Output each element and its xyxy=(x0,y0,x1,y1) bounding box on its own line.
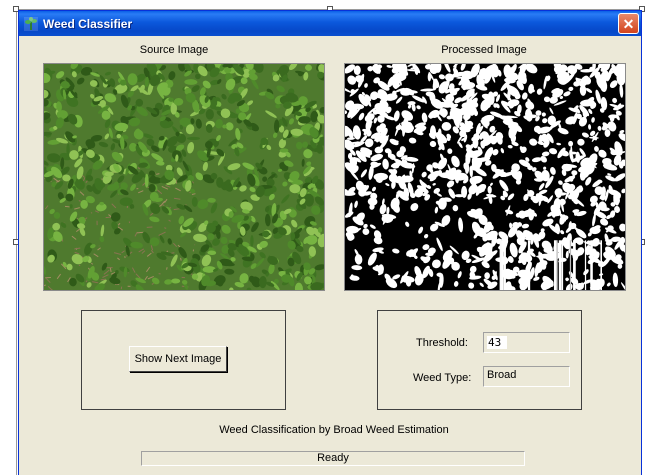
threshold-label: Threshold: xyxy=(416,337,468,349)
source-image xyxy=(43,63,325,291)
results-group: Threshold: 43 Weed Type: Broad xyxy=(377,310,582,410)
threshold-value: 43 xyxy=(487,336,508,349)
threshold-field[interactable]: 43 xyxy=(483,332,570,353)
close-icon[interactable]: ✕ xyxy=(618,13,639,34)
weed-app-icon xyxy=(23,16,39,32)
processed-image xyxy=(344,63,626,291)
window-title: Weed Classifier xyxy=(43,16,133,31)
weed-type-label: Weed Type: xyxy=(413,372,472,384)
processed-image-caption: Processed Image xyxy=(441,44,527,56)
navigation-group: Show Next Image xyxy=(81,310,286,410)
show-next-image-button[interactable]: Show Next Image xyxy=(129,346,227,372)
method-caption: Weed Classification by Broad Weed Estima… xyxy=(219,424,449,436)
weed-type-field[interactable]: Broad xyxy=(483,366,570,387)
status-bar: Ready xyxy=(141,451,525,466)
source-image-caption: Source Image xyxy=(139,44,209,56)
weed-classifier-window: Weed Classifier ✕ Source Image Processed… xyxy=(18,10,642,475)
title-bar[interactable]: Weed Classifier ✕ xyxy=(19,11,641,36)
